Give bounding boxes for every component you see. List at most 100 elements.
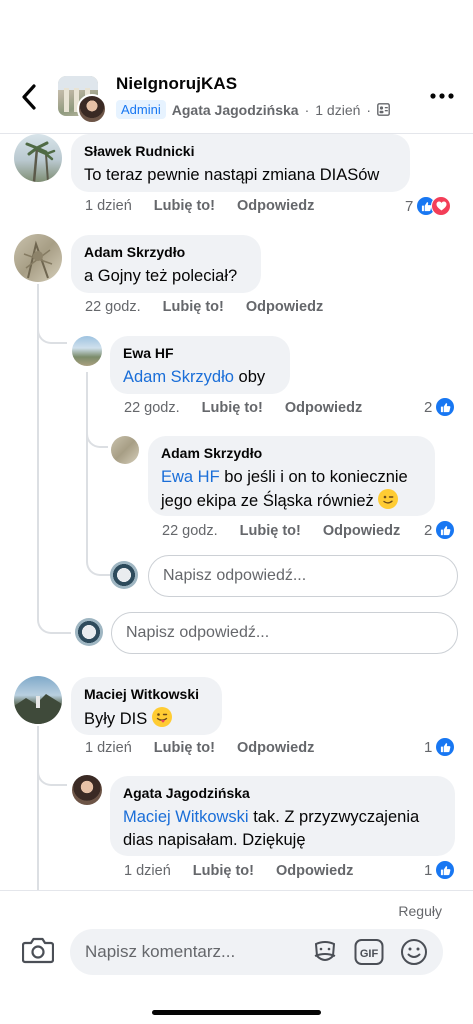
love-reaction-icon [431,196,452,216]
like-button[interactable]: Lubię to! [240,523,301,539]
comment-actions: 22 godz. Lubię to! Odpowiedz [85,299,323,315]
post-meta: Admini Agata Jagodzińska · 1 dzień · [116,100,390,119]
reply-text: Ewa HF bo jeśli i on to koniecznie jego e… [161,466,422,513]
reactions-summary[interactable]: 2 [424,397,456,417]
comment-actions: 1 dzień Lubię to! Odpowiedz [85,740,314,756]
reactions-summary[interactable]: 7 [405,196,452,216]
mention-link[interactable]: Ewa HF [161,468,220,486]
like-reaction-icon [435,520,456,540]
thread-connector [37,764,67,786]
post-time[interactable]: 1 dzień [315,102,360,118]
reply-input[interactable]: Napisz odpowiedź... [111,612,458,654]
comment-composer-bar: Reguły Napisz komentarz... GIF [0,890,473,1024]
rules-link[interactable]: Reguły [398,903,442,919]
admin-badge: Admini [116,100,166,119]
reply-text-body: tak. Z przyzwyczajenia [248,808,420,826]
tongue-wink-emoji-icon [151,707,172,727]
thread-connector [86,426,108,448]
admin-avatar[interactable] [77,94,107,124]
reply-author[interactable]: Adam Skrzydło [161,445,422,461]
avatar[interactable] [14,676,62,724]
gif-button[interactable]: GIF [354,937,384,967]
reply-time[interactable]: 22 godz. [162,523,218,539]
reply-button[interactable]: Odpowiedz [237,740,314,756]
thread-connector [86,552,110,576]
camera-icon [21,937,55,964]
reply-bubble[interactable]: Ewa HF Adam Skrzydło oby [110,336,290,394]
like-button[interactable]: Lubię to! [202,400,263,416]
home-indicator[interactable] [152,1010,321,1015]
avatar[interactable] [111,436,139,464]
mention-link[interactable]: Adam Skrzydło [123,368,234,386]
reply-text-line2: jego ekipa ze Śląska również [161,492,379,510]
sticker-button[interactable] [310,937,340,967]
reaction-count: 2 [424,398,433,416]
more-options-button[interactable] [427,84,457,108]
comment-input-placeholder: Napisz komentarz... [85,942,236,961]
comment-bubble[interactable]: Maciej Witkowski Były DIS [71,677,222,735]
more-dots-icon [430,93,454,99]
like-button[interactable]: Lubię to! [154,740,215,756]
like-button[interactable]: Lubię to! [163,299,224,315]
like-button[interactable]: Lubię to! [193,863,254,879]
post-header: NieIgnorujKAS Admini Agata Jagodzińska ·… [0,62,473,134]
mention-link[interactable]: Maciej Witkowski [123,808,249,826]
thread-connector [37,604,71,634]
back-button[interactable] [14,80,44,114]
comments-list[interactable]: Sławek Rudnicki To teraz pewnie nastąpi … [0,134,473,890]
comment-bubble[interactable]: Adam Skrzydło a Gojny też poleciał? [71,235,261,293]
comment-author[interactable]: Maciej Witkowski [84,686,209,702]
separator: · [304,101,310,118]
post-author[interactable]: Agata Jagodzińska [172,102,299,118]
wink-emoji-icon [378,489,399,509]
reply-button[interactable]: Odpowiedz [246,299,323,315]
avatar[interactable] [14,134,62,182]
comment-time[interactable]: 1 dzień [85,198,132,214]
reaction-count: 1 [424,738,433,756]
camera-button[interactable] [21,935,55,965]
comment-bubble[interactable]: Sławek Rudnicki To teraz pewnie nastąpi … [71,134,410,192]
comment-author[interactable]: Adam Skrzydło [84,244,248,260]
avatar[interactable] [72,336,102,366]
thread-line [37,726,39,890]
reply-button[interactable]: Odpowiedz [323,523,400,539]
comment-actions: 1 dzień Lubię to! Odpowiedz [85,198,314,214]
reply-bubble[interactable]: Adam Skrzydło Ewa HF bo jeśli i on to ko… [148,436,435,516]
reply-input-placeholder: Napisz odpowiedź... [163,567,307,584]
reply-bubble[interactable]: Agata Jagodzińska Maciej Witkowski tak. … [110,776,455,856]
emoji-icon [401,939,427,965]
reply-author[interactable]: Agata Jagodzińska [123,785,442,801]
comment-author[interactable]: Sławek Rudnicki [84,143,397,159]
like-button[interactable]: Lubię to! [154,198,215,214]
reply-button[interactable]: Odpowiedz [237,198,314,214]
reactions-summary[interactable]: 2 [424,520,456,540]
reply-button[interactable]: Odpowiedz [276,863,353,879]
current-user-avatar [110,561,138,589]
reply-time[interactable]: 1 dzień [124,863,171,879]
like-reaction-icon [435,397,456,417]
reply-button[interactable]: Odpowiedz [285,400,362,416]
thread-connector [37,326,67,344]
reaction-count: 1 [424,861,433,879]
like-reaction-icon [435,860,456,880]
reply-text-line2: dias napisałam. Dziękuję [123,831,306,849]
reactions-summary[interactable]: 1 [424,737,456,757]
comment-input[interactable]: Napisz komentarz... GIF [70,929,443,975]
reply-input-placeholder: Napisz odpowiedź... [126,624,270,641]
reply-text: Maciej Witkowski tak. Z przyzwyczajenia d… [123,806,442,852]
nested-reply-input[interactable]: Napisz odpowiedź... [148,555,458,597]
reply-author[interactable]: Ewa HF [123,345,277,361]
reply-time[interactable]: 22 godz. [124,400,180,416]
avatar[interactable] [14,234,62,282]
comment-time[interactable]: 22 godz. [85,299,141,315]
group-name[interactable]: NieIgnorujKAS [116,74,237,94]
separator: · [366,101,372,118]
avatar[interactable] [72,775,102,805]
reactions-summary[interactable]: 1 [424,860,456,880]
emoji-button[interactable] [399,937,429,967]
comment-time[interactable]: 1 dzień [85,740,132,756]
thread-line [86,372,88,562]
gif-label: GIF [360,948,379,960]
sticker-icon [314,941,336,961]
comment-text: To teraz pewnie nastąpi zmiana DIASów [84,166,380,184]
